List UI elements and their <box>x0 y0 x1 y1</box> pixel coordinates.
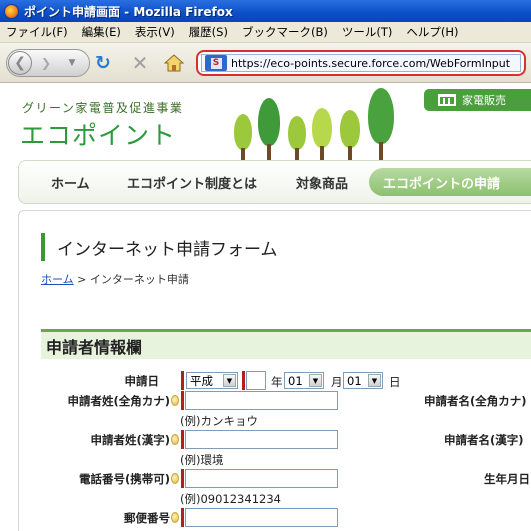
breadcrumb-separator: > <box>73 273 90 286</box>
back-arrow-icon: ❮ <box>14 55 26 71</box>
dropdown-arrow-icon: ▼ <box>223 374 236 387</box>
site-subtitle: グリーン家電普及促進事業 <box>22 101 184 115</box>
era-select[interactable]: 平成 ▼ <box>186 372 238 389</box>
page-title: インターネット申請フォーム <box>41 233 278 261</box>
menu-tools[interactable]: ツール(T) <box>342 24 393 40</box>
nav-system[interactable]: エコポイント制度とは <box>127 161 257 203</box>
tree-icon <box>340 110 360 160</box>
last-name-kanji-example: (例)環境 <box>180 453 224 467</box>
last-name-kana-example: (例)カンキョウ <box>180 414 258 428</box>
month-select[interactable]: 01 ▼ <box>284 372 324 389</box>
menu-bar: ファイル(F) 編集(E) 表示(V) 履歴(S) ブックマーク(B) ツール(… <box>0 22 531 43</box>
first-name-kanji-label: 申請者名(漢字) <box>444 433 524 447</box>
day-select[interactable]: 01 ▼ <box>343 372 383 389</box>
menu-edit[interactable]: 編集(E) <box>82 24 121 40</box>
nav-home[interactable]: ホーム <box>51 161 90 203</box>
retail-tab[interactable]: 家電販売 <box>424 89 531 111</box>
tree-icon <box>312 108 332 160</box>
hint-icon <box>171 395 179 406</box>
section-heading: 申請者情報欄 <box>41 329 531 359</box>
page-header: グリーン家電普及促進事業 エコポイント 家電販売 <box>0 84 531 160</box>
birth-date-label: 生年月日 <box>484 472 530 486</box>
tree-icon <box>258 98 280 160</box>
window-titlebar: ポイント申請画面 - Mozilla Firefox <box>0 0 531 22</box>
first-name-kana-label: 申請者名(全角カナ) <box>424 394 527 408</box>
hint-icon <box>171 473 179 484</box>
site-nav: ホーム エコポイント制度とは 対象商品 エコポイントの申請 <box>18 160 531 204</box>
url-text: https://eco-points.secure.force.com/WebF… <box>231 56 511 70</box>
menu-bookmarks[interactable]: ブックマーク(B) <box>242 24 328 40</box>
required-marker <box>242 371 245 390</box>
site-logo[interactable]: エコポイント <box>20 116 176 152</box>
main-content: インターネット申請フォーム ホーム > インターネット申請 申請者情報欄 申請日… <box>18 210 531 531</box>
required-marker <box>181 430 184 449</box>
navigation-toolbar: ❮ ❯ ▼ ↻ ✕ S https://eco-points.secure.fo… <box>0 43 531 83</box>
dropdown-arrow-icon: ▼ <box>368 374 381 387</box>
reload-icon[interactable]: ↻ <box>93 52 113 74</box>
hint-icon <box>171 512 179 523</box>
month-unit: 月 <box>331 375 343 389</box>
firefox-icon <box>4 3 19 19</box>
stop-icon[interactable]: ✕ <box>130 51 150 75</box>
url-field[interactable]: S https://eco-points.secure.force.com/We… <box>201 54 521 72</box>
nav-products[interactable]: 対象商品 <box>296 161 348 203</box>
menu-view[interactable]: 表示(V) <box>135 24 175 40</box>
menu-help[interactable]: ヘルプ(H) <box>406 24 458 40</box>
last-name-kanji-label: 申請者姓(漢字) <box>90 433 170 447</box>
phone-example: (例)09012341234 <box>180 492 281 506</box>
breadcrumb-home-link[interactable]: ホーム <box>41 273 74 286</box>
tree-icon <box>368 88 394 160</box>
window-title: ポイント申請画面 - Mozilla Firefox <box>24 4 233 19</box>
menu-history[interactable]: 履歴(S) <box>189 24 228 40</box>
postal-code-label: 郵便番号 <box>124 511 170 525</box>
day-unit: 日 <box>389 375 401 389</box>
hint-icon <box>171 434 179 445</box>
home-icon[interactable] <box>164 53 184 73</box>
year-unit: 年 <box>271 375 283 389</box>
last-name-kanji-input[interactable] <box>185 430 338 449</box>
forward-button[interactable]: ❯ <box>37 54 55 72</box>
menu-file[interactable]: ファイル(F) <box>6 24 68 40</box>
store-icon <box>438 94 456 106</box>
history-dropdown-icon[interactable]: ▼ <box>65 56 79 70</box>
retail-label: 家電販売 <box>462 94 506 107</box>
dropdown-arrow-icon: ▼ <box>309 374 322 387</box>
breadcrumb: ホーム > インターネット申請 <box>41 271 189 287</box>
nav-apply[interactable]: エコポイントの申請 <box>369 168 531 196</box>
phone-input[interactable] <box>185 469 338 488</box>
tree-icon <box>288 116 306 160</box>
url-bar[interactable]: S https://eco-points.secure.force.com/We… <box>196 50 526 76</box>
required-marker <box>181 469 184 488</box>
last-name-kana-input[interactable] <box>185 391 338 410</box>
back-button[interactable]: ❮ <box>8 51 32 75</box>
year-input[interactable] <box>246 371 266 390</box>
breadcrumb-current: インターネット申請 <box>89 273 189 286</box>
required-marker <box>181 508 184 527</box>
site-identity-icon[interactable]: S <box>205 55 227 71</box>
forward-arrow-icon: ❯ <box>40 56 52 70</box>
tree-icon <box>234 114 252 160</box>
application-date-label: 申請日 <box>124 374 160 388</box>
required-marker <box>181 371 184 390</box>
postal-code-input[interactable] <box>185 508 338 527</box>
required-marker <box>181 391 184 410</box>
phone-label: 電話番号(携帯可) <box>78 472 170 486</box>
last-name-kana-label: 申請者姓(全角カナ) <box>67 394 170 408</box>
back-forward-group: ❮ ❯ ▼ <box>6 49 90 77</box>
